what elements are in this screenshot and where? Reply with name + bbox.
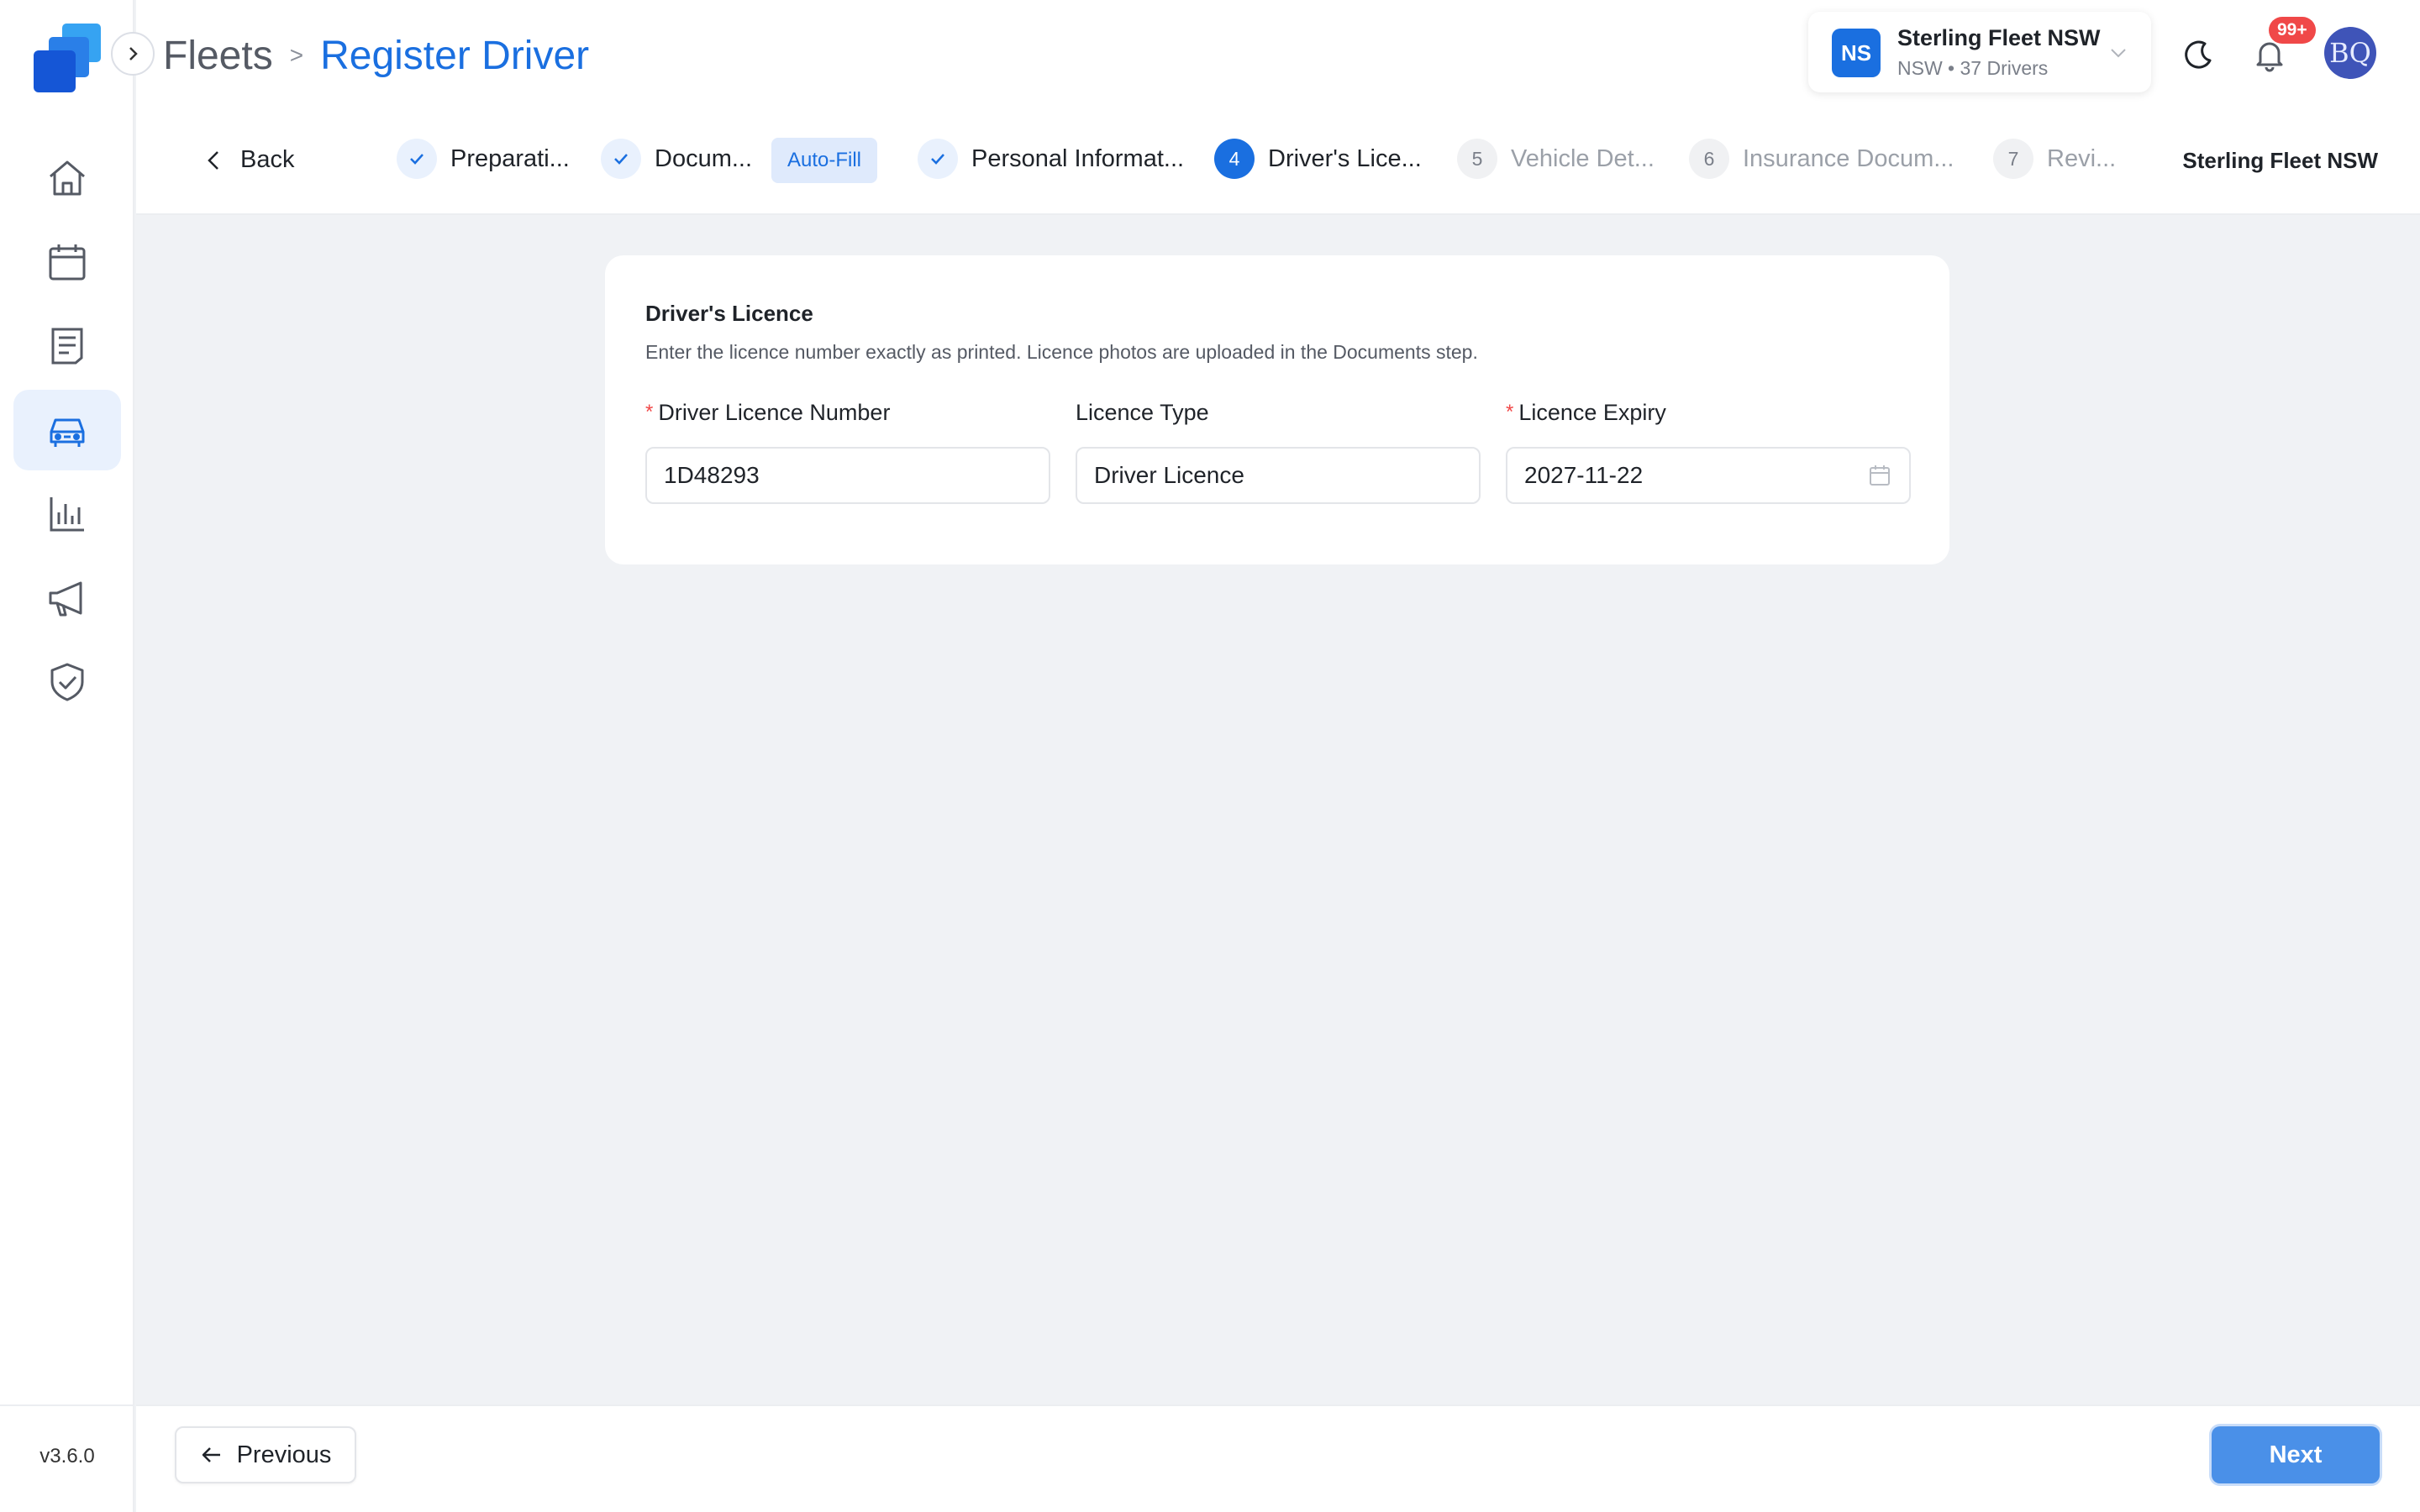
step-number: 4 [1214, 139, 1255, 179]
step-label: Revi... [2047, 144, 2117, 172]
step-number: 7 [1993, 139, 2033, 179]
licence-number-value: 1D48293 [664, 462, 760, 488]
step-label: Driver's Lice... [1268, 144, 1422, 172]
sidebar-toggle-button[interactable] [111, 32, 155, 76]
licence-expiry-value: 2027-11-22 [1524, 462, 1644, 488]
calendar-icon [49, 244, 86, 281]
breadcrumb-fleets[interactable]: Fleets [163, 33, 273, 79]
required-mark: * [1506, 401, 1514, 423]
check-icon [918, 139, 958, 179]
chevron-right-icon [129, 47, 138, 60]
required-mark: * [645, 401, 654, 423]
chevron-left-icon [208, 150, 218, 170]
check-icon [397, 139, 437, 179]
org-name: Sterling Fleet NSW [1897, 25, 2101, 50]
step-insurance-documents[interactable]: 6 Insurance Docum... [1689, 138, 1954, 180]
breadcrumb: Fleets > Register Driver [163, 30, 589, 81]
field-label: * Driver Licence Number [645, 396, 1050, 428]
card-title: Driver's Licence [645, 301, 813, 326]
next-button[interactable]: Next [2212, 1426, 2380, 1483]
step-preparation[interactable]: Preparati... [397, 138, 570, 180]
sidebar: v3.6.0 [0, 0, 134, 1512]
licence-number-input[interactable]: 1D48293 [645, 447, 1050, 504]
back-label: Back [240, 146, 295, 173]
app-version: v3.6.0 [39, 1445, 95, 1467]
notification-badge: 99+ [2269, 17, 2316, 44]
step-label: Docum... [655, 144, 753, 172]
app-logo[interactable] [30, 22, 104, 94]
organization-switcher[interactable]: NS Sterling Fleet NSW NSW • 37 Drivers [1808, 12, 2151, 92]
auto-fill-button[interactable]: Auto-Fill [771, 138, 877, 183]
sidebar-divider [0, 1404, 134, 1406]
steps-org-label: Sterling Fleet NSW [2182, 148, 2378, 173]
wizard-footer: Previous Next [136, 1404, 2420, 1512]
nav-documents[interactable] [13, 306, 121, 386]
licence-expiry-field: * Licence Expiry 2027-11-22 [1506, 396, 1911, 504]
car-icon [50, 418, 85, 447]
step-drivers-licence[interactable]: 4 Driver's Lice... [1214, 138, 1422, 180]
previous-button[interactable]: Previous [175, 1426, 356, 1483]
megaphone-icon [49, 581, 82, 617]
drivers-licence-card: Driver's Licence Enter the licence numbe… [605, 255, 1949, 564]
nav-fleets[interactable] [13, 390, 121, 470]
field-label: Licence Type [1076, 396, 1481, 428]
step-review[interactable]: 7 Revi... [1993, 138, 2116, 180]
card-description: Enter the licence number exactly as prin… [645, 341, 1478, 363]
step-label: Insurance Docum... [1743, 144, 1954, 172]
calendar-icon[interactable] [1867, 463, 1892, 488]
org-subtitle: NSW • 37 Drivers [1897, 57, 2049, 79]
nav-reports[interactable] [13, 474, 121, 554]
licence-expiry-label: Licence Expiry [1518, 399, 1666, 425]
nav-calendar[interactable] [13, 222, 121, 302]
home-icon [50, 160, 85, 196]
shield-check-icon [50, 663, 84, 701]
licence-type-field: Licence Type Driver Licence [1076, 396, 1481, 504]
dark-mode-toggle-icon[interactable] [2180, 37, 2217, 74]
wizard-steps-bar: Back Preparati... Docum... Auto-Fill Per… [136, 109, 2420, 215]
step-label: Vehicle Det... [1511, 144, 1655, 172]
licence-type-label: Licence Type [1076, 399, 1209, 425]
nav-home[interactable] [13, 138, 121, 218]
previous-label: Previous [236, 1441, 332, 1468]
licence-number-field: * Driver Licence Number 1D48293 [645, 396, 1050, 504]
arrow-left-icon [202, 1447, 220, 1462]
licence-expiry-datepicker[interactable]: 2027-11-22 [1506, 447, 1911, 504]
bar-chart-icon [50, 497, 84, 532]
step-personal-information[interactable]: Personal Informat... [918, 138, 1184, 180]
page-title: Register Driver [320, 33, 590, 78]
nav-campaigns[interactable] [13, 558, 121, 638]
step-label: Personal Informat... [971, 144, 1185, 172]
step-documents[interactable]: Docum... [601, 138, 752, 180]
back-button[interactable]: Back [202, 146, 294, 174]
chevron-down-icon [2111, 49, 2126, 58]
step-number: 6 [1689, 139, 1729, 179]
licence-type-value: Driver Licence [1094, 462, 1244, 488]
document-icon [51, 328, 83, 365]
field-label: * Licence Expiry [1506, 396, 1911, 428]
nav-compliance[interactable] [13, 642, 121, 722]
licence-number-label: Driver Licence Number [658, 399, 891, 425]
user-avatar[interactable]: BQ [2324, 27, 2376, 79]
step-label: Preparati... [450, 144, 570, 172]
check-icon [601, 139, 641, 179]
licence-type-select[interactable]: Driver Licence [1076, 447, 1481, 504]
breadcrumb-separator: > [289, 42, 304, 68]
org-avatar: NS [1832, 29, 1881, 77]
step-vehicle-details[interactable]: 5 Vehicle Det... [1457, 138, 1655, 180]
step-number: 5 [1457, 139, 1497, 179]
